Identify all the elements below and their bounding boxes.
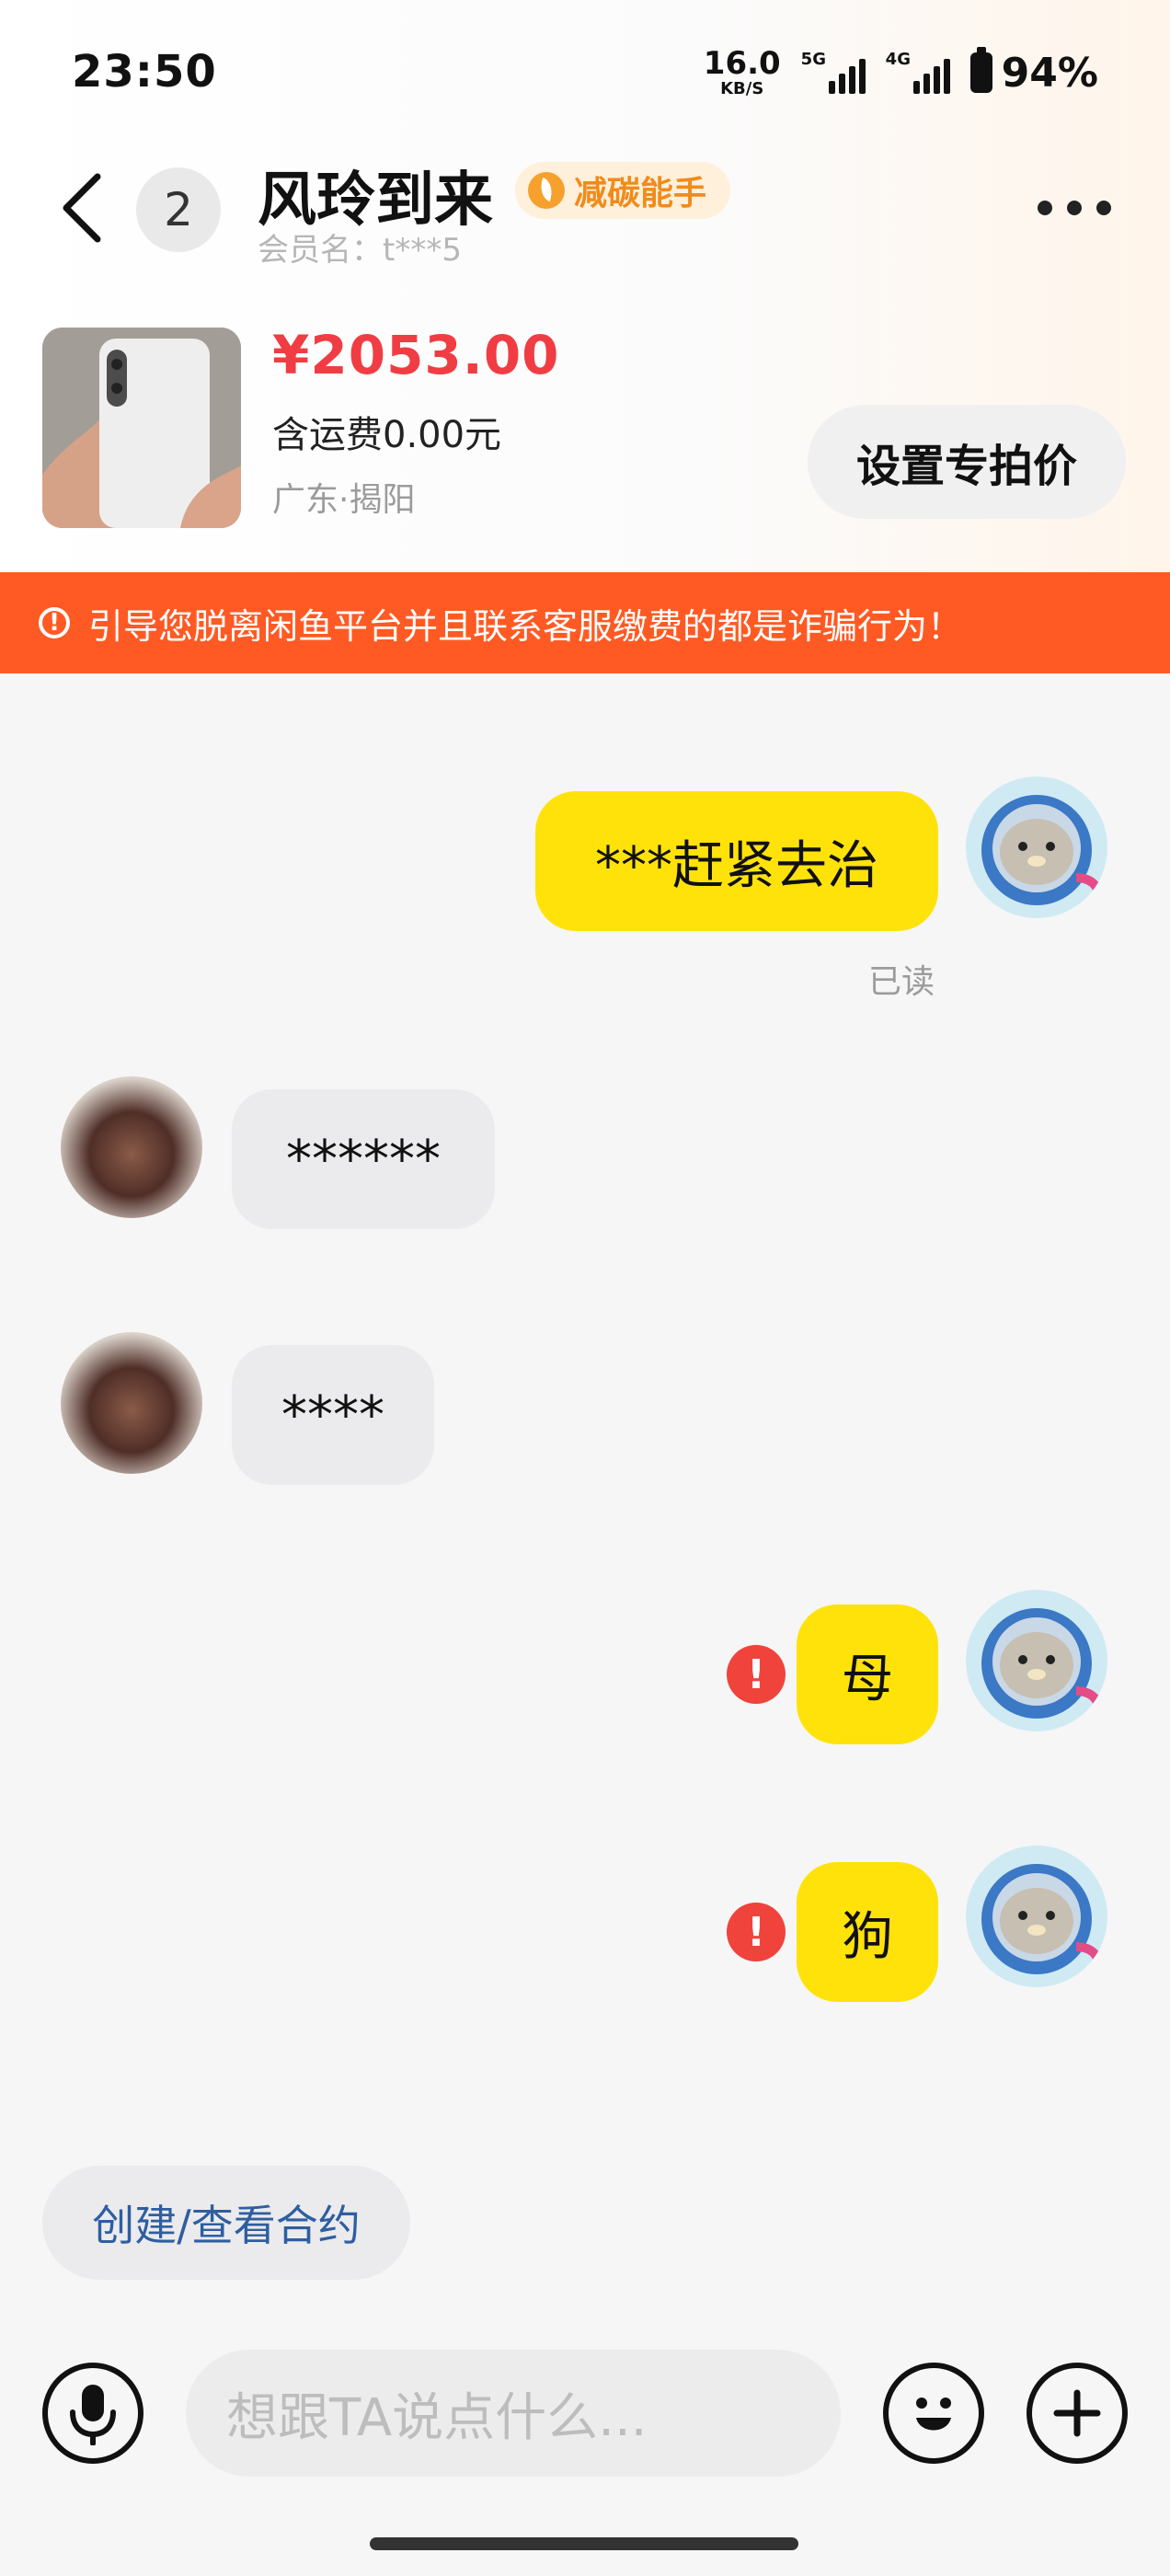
message-bubble-sent[interactable]: ***赶紧去治 xyxy=(535,791,938,931)
signal-4g-icon: 4G xyxy=(886,50,950,96)
read-status: 已读 xyxy=(868,963,935,1001)
fraud-warning-banner: ! 引导您脱离闲鱼平台并且联系客服缴费的都是诈骗行为！ xyxy=(0,572,1170,673)
network-speed-value: 16.0 xyxy=(703,45,781,82)
more-options-icon[interactable] xyxy=(1038,201,1111,215)
battery-indicator: 94% xyxy=(969,47,1098,97)
network-speed: 16.0 KB/S xyxy=(704,48,781,98)
carbon-badge[interactable]: 减碳能手 xyxy=(515,162,731,219)
product-location: 广东·揭阳 xyxy=(272,481,416,519)
set-special-price-button[interactable]: 设置专拍价 xyxy=(808,405,1126,519)
unread-count-badge[interactable]: 2 xyxy=(136,167,221,252)
product-price: ¥2053.00 xyxy=(272,324,560,386)
shipping-fee: 含运费0.00元 xyxy=(272,414,502,456)
battery-icon xyxy=(969,47,992,93)
member-name: 会员名：t***5 xyxy=(258,232,462,269)
contact-avatar[interactable] xyxy=(61,1332,202,1474)
voice-input-icon[interactable] xyxy=(42,2363,143,2464)
status-icons: 16.0 KB/S 5G 4G 94% xyxy=(704,47,1098,98)
fraud-warning-text: 引导您脱离闲鱼平台并且联系客服缴费的都是诈骗行为！ xyxy=(88,605,963,647)
signal-5g-icon: 5G xyxy=(801,50,866,96)
message-bubble-sent[interactable]: 狗 xyxy=(797,1862,938,2002)
message-bubble-received[interactable]: **** xyxy=(232,1345,434,1485)
send-failed-icon[interactable]: ! xyxy=(727,1645,786,1704)
message-bubble-sent[interactable]: 母 xyxy=(797,1604,938,1744)
my-avatar[interactable] xyxy=(966,1590,1107,1731)
signal-5g-label: 5G xyxy=(800,50,826,69)
my-avatar[interactable] xyxy=(966,776,1107,918)
back-icon[interactable] xyxy=(57,171,109,245)
signal-4g-label: 4G xyxy=(885,50,911,69)
carbon-badge-label: 减碳能手 xyxy=(574,175,707,213)
send-failed-icon[interactable]: ! xyxy=(727,1903,786,1961)
contract-button[interactable]: 创建/查看合约 xyxy=(42,2166,410,2280)
my-avatar[interactable] xyxy=(966,1846,1107,1987)
message-input-placeholder: 想跟TA说点什么... xyxy=(226,2387,648,2448)
status-time: 23:50 xyxy=(72,46,217,98)
battery-percent: 94% xyxy=(1001,49,1098,97)
contact-avatar[interactable] xyxy=(61,1076,202,1218)
product-thumbnail[interactable] xyxy=(42,328,241,528)
warning-icon: ! xyxy=(39,607,70,638)
message-bubble-received[interactable]: ****** xyxy=(232,1089,495,1229)
add-attachment-icon[interactable] xyxy=(1027,2363,1128,2464)
home-indicator[interactable] xyxy=(370,2537,798,2550)
leaf-icon xyxy=(528,172,565,209)
message-input[interactable]: 想跟TA说点什么... xyxy=(186,2350,841,2477)
emoji-icon[interactable] xyxy=(883,2363,984,2464)
network-speed-unit: KB/S xyxy=(720,79,764,98)
